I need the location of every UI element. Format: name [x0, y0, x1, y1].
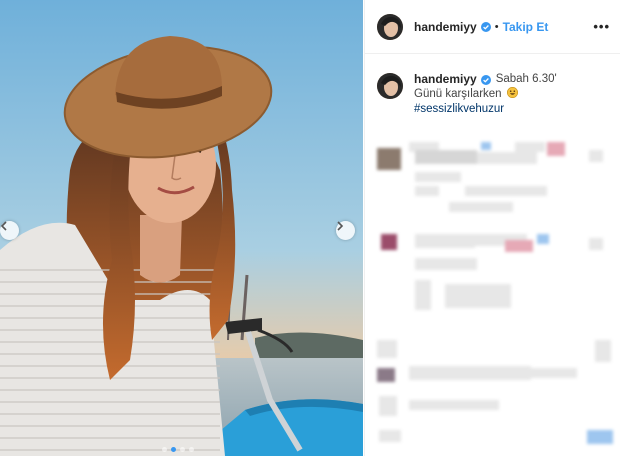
chevron-left-icon	[0, 221, 7, 231]
photo-image	[0, 0, 363, 456]
post-photo[interactable]	[0, 0, 363, 456]
caption-username-link[interactable]: handemiyy	[414, 72, 477, 87]
carousel-next-button[interactable]	[336, 221, 355, 240]
caption-text-line1: Sabah 6.30'	[495, 73, 557, 85]
chevron-right-icon	[337, 221, 344, 231]
carousel-prev-button[interactable]	[0, 221, 19, 240]
follow-button[interactable]: Takip Et	[503, 20, 549, 34]
carousel-dot[interactable]	[180, 447, 185, 452]
post-header: handemiyy • Takip Et •••	[365, 0, 620, 54]
hashtag-link[interactable]: #sessizlikvehuzur	[414, 103, 504, 115]
carousel-indicator	[162, 447, 194, 452]
grinning-face-emoji	[506, 87, 518, 98]
comments-list-blurred	[365, 120, 620, 456]
caption-text-line2: Günü karşılarken	[414, 88, 502, 100]
avatar-image	[377, 73, 403, 99]
header-separator: •	[494, 20, 499, 33]
post-side-panel: handemiyy • Takip Et ••• handemiyy Sabah…	[364, 0, 620, 456]
avatar[interactable]	[377, 13, 403, 40]
username-link[interactable]: handemiyy	[414, 20, 477, 34]
caption-avatar[interactable]	[377, 73, 403, 99]
verified-badge-icon	[480, 21, 491, 32]
post-caption: handemiyy Sabah 6.30' Günü karşılarken #…	[365, 54, 620, 117]
verified-badge-icon	[480, 74, 491, 85]
carousel-dot[interactable]	[189, 447, 194, 452]
avatar-image	[377, 13, 403, 40]
carousel-dot[interactable]	[162, 447, 167, 452]
carousel-dot[interactable]	[171, 447, 176, 452]
more-options-icon[interactable]: •••	[593, 19, 610, 34]
